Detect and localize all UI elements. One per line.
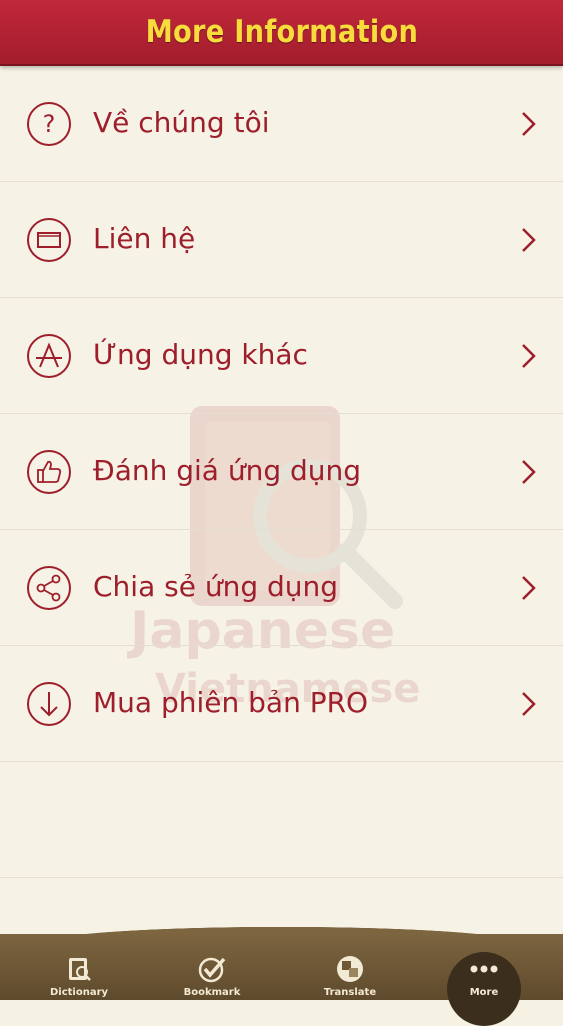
download-icon [27,682,71,726]
tab-bookmark[interactable]: Bookmark [167,934,257,1000]
tab-label: More [469,987,499,998]
chevron-right-icon [522,228,536,252]
menu-item-label: Đánh giá ứng dụng [93,454,362,487]
menu-item-rate-app[interactable]: Đánh giá ứng dụng [0,414,563,530]
chevron-right-icon [522,576,536,600]
more-dots-icon [470,965,498,973]
chevron-right-icon [522,692,536,716]
menu-item-buy-pro[interactable]: Mua phiên bản PRO [0,646,563,762]
menu-item-contact[interactable]: Liên hệ [0,182,563,298]
tab-more[interactable]: More [439,934,529,1000]
tab-label: Translate [323,987,377,998]
menu-item-label: Ứng dụng khác [93,338,308,371]
header-bar: More Information [0,0,563,66]
dictionary-icon [69,958,91,981]
tab-translate[interactable]: Translate [305,934,395,1000]
bookmark-check-icon [198,957,226,983]
menu-item-other-apps[interactable]: Ứng dụng khác [0,298,563,414]
menu-item-about[interactable]: ? Về chúng tôi [0,66,563,182]
mail-icon [27,218,71,262]
page-title: More Information [145,14,418,50]
question-icon: ? [27,102,71,146]
menu-item-label: Mua phiên bản PRO [93,686,369,719]
menu-item-label: Về chúng tôi [93,106,270,139]
content-area: Japanese Vietnamese ? Về chúng tôi Liên … [0,66,563,934]
menu-item-label: Chia sẻ ứng dụng [93,570,339,603]
svg-text:?: ? [43,110,56,138]
chevron-right-icon [522,344,536,368]
tab-label: Bookmark [183,987,241,998]
menu-item-share-app[interactable]: Chia sẻ ứng dụng [0,530,563,646]
tab-dictionary[interactable]: Dictionary [34,934,124,1000]
thumbs-up-icon [27,450,71,494]
tab-label: Dictionary [49,987,109,998]
share-icon [27,566,71,610]
menu-list: ? Về chúng tôi Liên hệ Ứng dụng khác Đán… [0,66,563,878]
app-store-icon [27,334,71,378]
chevron-right-icon [522,112,536,136]
translate-icon [337,956,363,982]
chevron-right-icon [522,460,536,484]
list-empty-row [0,762,563,878]
menu-item-label: Liên hệ [93,222,196,255]
